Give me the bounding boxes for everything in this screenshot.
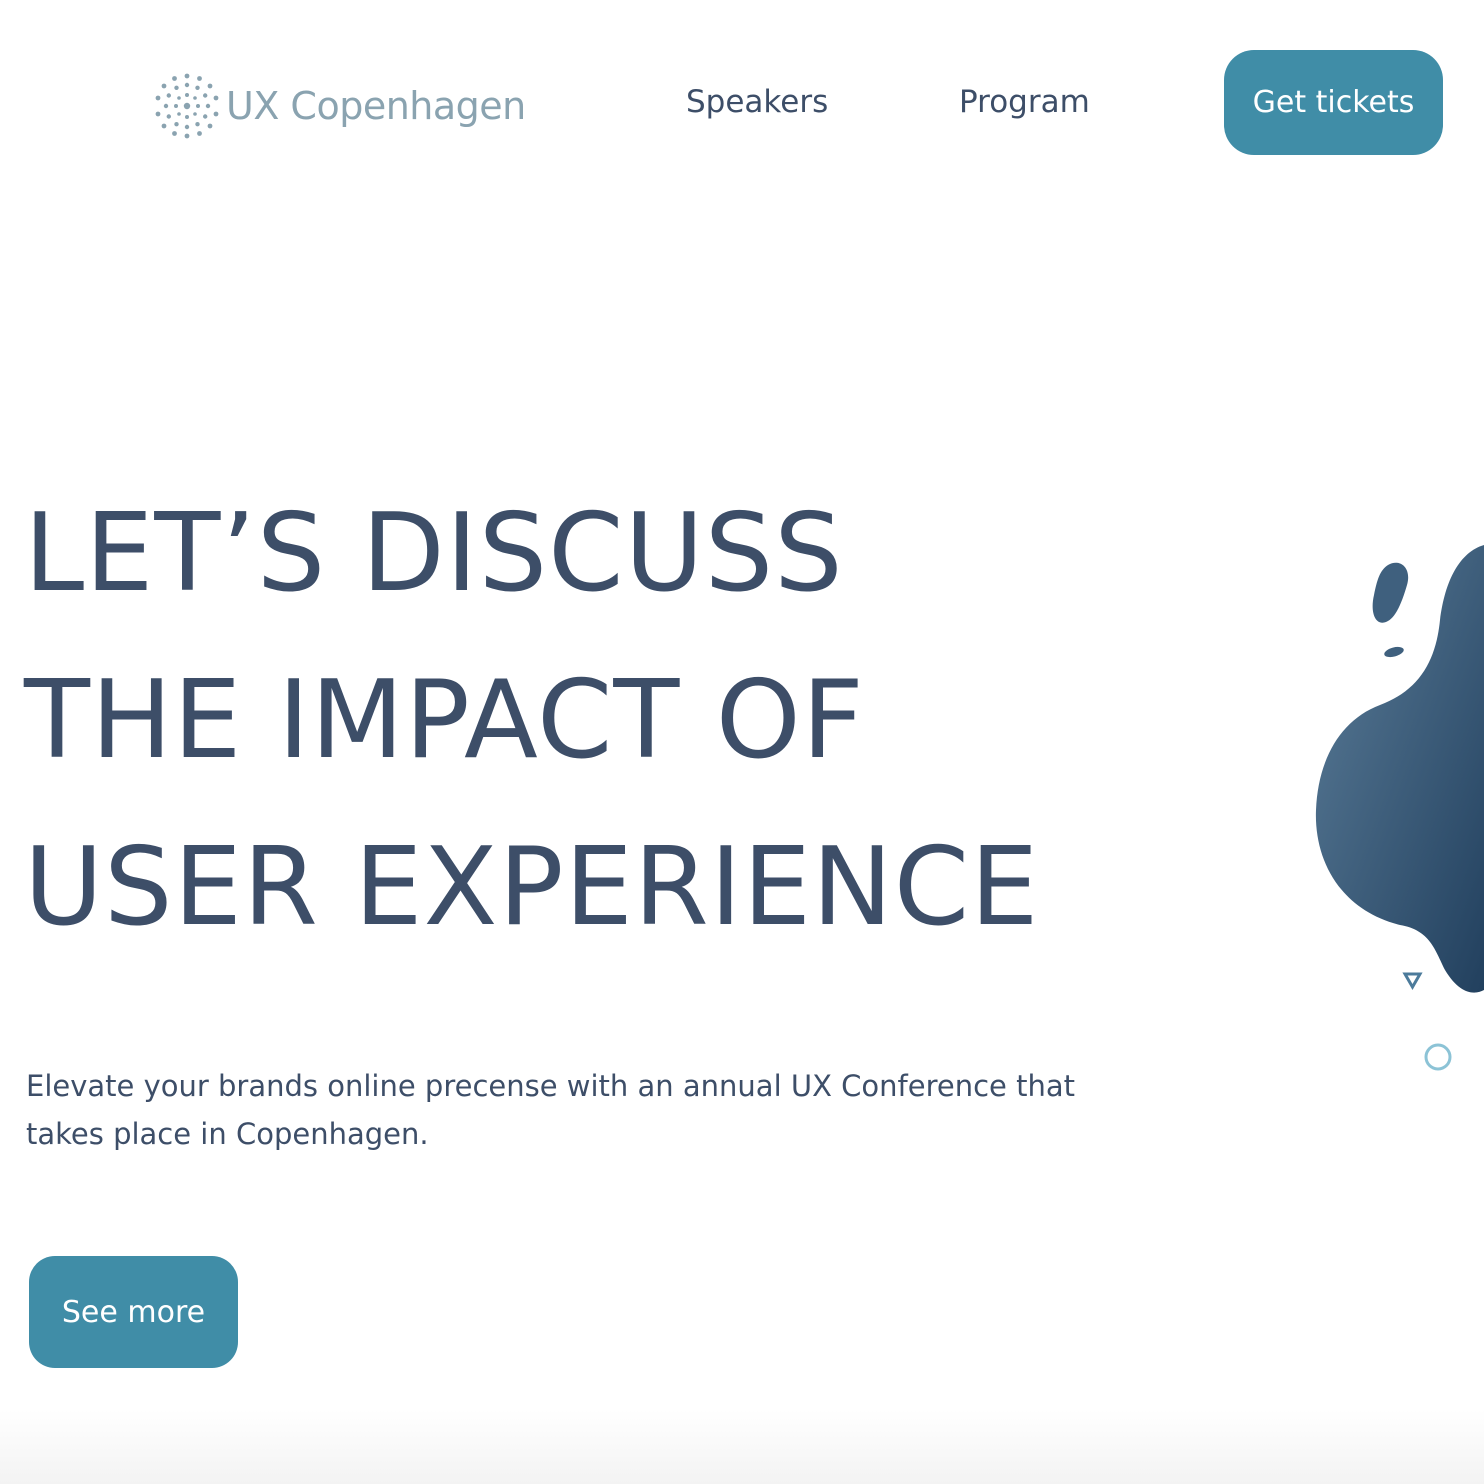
nav-link-speakers[interactable]: Speakers <box>686 84 828 120</box>
large-blob-shape <box>1315 545 1484 993</box>
small-dash-shape <box>1384 646 1404 658</box>
site-logo[interactable]: UX Copenhagen <box>152 70 526 142</box>
hero-subtitle: Elevate your brands online precense with… <box>26 1069 1075 1151</box>
hero-title-line: USER EXPERIENCE <box>24 825 1040 950</box>
hero-title-line: LET’S DISCUSS <box>24 491 844 616</box>
droplet-shape <box>1372 562 1409 623</box>
get-tickets-button[interactable]: Get tickets <box>1224 50 1443 155</box>
nav-link-program[interactable]: Program <box>959 84 1090 120</box>
logo-text: UX Copenhagen <box>226 84 526 128</box>
circle-outline-icon <box>1424 1043 1452 1071</box>
section-divider-shadow <box>0 1410 1484 1484</box>
decorative-blob-illustration <box>1315 545 1484 1071</box>
site-header: UX Copenhagen Speakers Program Get ticke… <box>0 0 1484 210</box>
dotted-circle-logo-icon <box>155 73 219 139</box>
hero-title: LET’S DISCUSS THE IMPACT OF USER EXPERIE… <box>24 470 1039 971</box>
see-more-button[interactable]: See more <box>29 1256 238 1368</box>
hero-title-line: THE IMPACT OF <box>24 658 865 783</box>
triangle-outline-icon <box>1402 972 1423 991</box>
